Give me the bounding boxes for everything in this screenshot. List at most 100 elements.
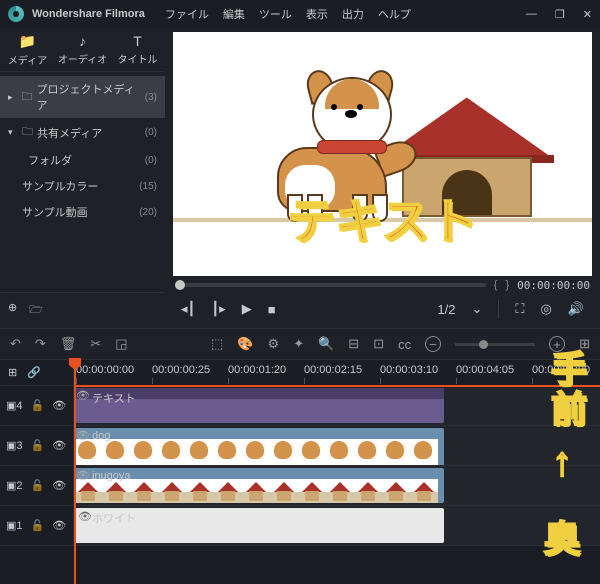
eye-icon[interactable]: 👁 bbox=[52, 439, 66, 452]
eye-icon[interactable]: 👁 bbox=[52, 399, 66, 412]
track-head-4[interactable]: ▣4🔓👁 bbox=[0, 386, 74, 425]
track-3: ▣3🔓👁 👁dog bbox=[0, 426, 600, 466]
text-icon: T bbox=[133, 33, 142, 49]
play-icon[interactable]: ▶ bbox=[242, 301, 252, 317]
timecode: 00:00:00:00 bbox=[517, 279, 590, 292]
volume-icon[interactable]: 🔊 bbox=[568, 301, 584, 317]
preview-quality[interactable]: 1/2 bbox=[437, 302, 455, 317]
zoom-slider[interactable] bbox=[455, 343, 535, 346]
crop-icon[interactable]: ◲ bbox=[115, 336, 127, 352]
render-line bbox=[74, 385, 600, 387]
menu-edit[interactable]: 編集 bbox=[223, 6, 245, 22]
menu-tools[interactable]: ツール bbox=[259, 6, 292, 22]
eye-icon: 👁 bbox=[76, 429, 90, 442]
preview-text-overlay: テキスト bbox=[287, 182, 478, 252]
sidebar-tabs: 📁メディア ♪オーディオ Tタイトル bbox=[0, 28, 165, 72]
track-head-3[interactable]: ▣3🔓👁 bbox=[0, 426, 74, 465]
tree-sample-video[interactable]: サンプル動画(20) bbox=[0, 199, 165, 225]
preview-viewport[interactable]: テキスト bbox=[173, 32, 592, 276]
clip-text[interactable]: 👁テキスト bbox=[74, 388, 444, 423]
zoom-out-icon[interactable]: − bbox=[425, 336, 441, 352]
tree-shared-media[interactable]: ▾🗀共有メディア(0) bbox=[0, 118, 165, 147]
eye-icon: 👁 bbox=[76, 389, 90, 402]
app-logo-icon bbox=[8, 6, 24, 22]
track-1: ▣1🔓👁 👁 ホワイト bbox=[0, 506, 600, 546]
maximize-icon[interactable]: ❐ bbox=[555, 8, 565, 21]
prev-frame-icon[interactable]: ◂┃ bbox=[181, 301, 195, 317]
title-bar: Wondershare Filmora ファイル 編集 ツール 表示 出力 ヘル… bbox=[0, 0, 600, 28]
split-icon[interactable]: ✂ bbox=[90, 336, 101, 352]
annotation-back: 奥 bbox=[544, 510, 580, 562]
minimize-icon[interactable]: — bbox=[526, 8, 537, 21]
clip-dog[interactable]: 👁dog bbox=[74, 428, 444, 465]
clip-doghouse[interactable]: 👁inugoya bbox=[74, 468, 444, 503]
clip-white[interactable]: 👁 ホワイト bbox=[74, 508, 444, 543]
timeline-header-left: ⊞ 🔗 bbox=[0, 360, 74, 385]
annotation-front: 手前 bbox=[540, 350, 592, 430]
audio-icon: ♪ bbox=[79, 33, 86, 49]
fullscreen-icon[interactable]: ⛶ bbox=[515, 301, 524, 317]
lock-icon[interactable]: 🔓 bbox=[31, 399, 45, 412]
track-2: ▣2🔓👁 👁inugoya bbox=[0, 466, 600, 506]
timeline-ruler[interactable]: 00:00:00:00 00:00:00:25 00:00:01:20 00:0… bbox=[74, 360, 600, 385]
eye-icon[interactable]: 👁 bbox=[52, 519, 66, 532]
link-icon[interactable]: 🔗 bbox=[27, 366, 41, 379]
scrub-bar: { } 00:00:00:00 bbox=[173, 276, 592, 294]
tool-f-icon[interactable]: ⊟ bbox=[348, 336, 359, 352]
menu-view[interactable]: 表示 bbox=[306, 6, 328, 22]
track-head-2[interactable]: ▣2🔓👁 bbox=[0, 466, 74, 505]
timeline: ⊞ 🔗 00:00:00:00 00:00:00:25 00:00:01:20 … bbox=[0, 360, 600, 584]
sidebar-footer: ⊕ 🗁 bbox=[0, 292, 165, 328]
search-icon[interactable]: 🔍 bbox=[318, 336, 334, 352]
eye-icon: 👁 bbox=[76, 469, 90, 482]
tree-project-media[interactable]: ▸🗀プロジェクトメディア(3) bbox=[0, 76, 165, 118]
track-head-1[interactable]: ▣1🔓👁 bbox=[0, 506, 74, 545]
redo-icon[interactable]: ↷ bbox=[35, 336, 46, 352]
tab-media[interactable]: 📁メディア bbox=[0, 28, 55, 71]
tab-title[interactable]: Tタイトル bbox=[110, 28, 165, 71]
scrub-thumb[interactable] bbox=[175, 280, 185, 290]
lock-icon[interactable]: 🔓 bbox=[31, 479, 45, 492]
folder-icon: 🗀 bbox=[22, 88, 33, 107]
preview-panel: テキスト { } 00:00:00:00 ◂┃ ┃▸ ▶ ■ 1/2 ⌄ ⛶ ◎… bbox=[165, 28, 600, 328]
tool-g-icon[interactable]: ⊡ bbox=[373, 336, 384, 352]
effects-icon[interactable]: ✦ bbox=[293, 336, 304, 352]
chevron-down-icon[interactable]: ⌄ bbox=[471, 301, 482, 317]
mark-in-icon[interactable]: { bbox=[494, 279, 498, 291]
close-icon[interactable]: ✕ bbox=[583, 8, 592, 21]
tree-sample-color[interactable]: サンプルカラー(15) bbox=[0, 173, 165, 199]
undo-icon[interactable]: ↶ bbox=[10, 336, 21, 352]
tool-a-icon[interactable]: ⬚ bbox=[211, 336, 223, 352]
menu-output[interactable]: 出力 bbox=[342, 6, 364, 22]
transport-bar: ◂┃ ┃▸ ▶ ■ 1/2 ⌄ ⛶ ◎ 🔊 bbox=[173, 294, 592, 324]
tab-audio[interactable]: ♪オーディオ bbox=[55, 28, 110, 71]
mark-out-icon[interactable]: } bbox=[505, 279, 509, 291]
lock-icon[interactable]: 🔓 bbox=[31, 439, 45, 452]
eye-icon[interactable]: 👁 bbox=[52, 479, 66, 492]
menu-file[interactable]: ファイル bbox=[165, 6, 209, 22]
color-icon[interactable]: 🎨 bbox=[237, 336, 253, 352]
add-folder-icon[interactable]: ⊕ bbox=[8, 301, 17, 320]
annotation-arrow-icon: ↑ bbox=[552, 440, 572, 485]
playhead[interactable] bbox=[74, 360, 76, 584]
snapshot-icon[interactable]: ◎ bbox=[540, 301, 551, 317]
folder-icon: 🗀 bbox=[22, 123, 33, 142]
open-folder-icon[interactable]: 🗁 bbox=[29, 301, 43, 320]
folder-icon: 📁 bbox=[19, 33, 36, 50]
next-frame-icon[interactable]: ┃▸ bbox=[211, 301, 225, 317]
timeline-toolbar: ↶ ↷ 🗑 ✂ ◲ ⬚ 🎨 ⚙ ✦ 🔍 ⊟ ⊡ cc − + ⊞ bbox=[0, 328, 600, 360]
media-tree: ▸🗀プロジェクトメディア(3) ▾🗀共有メディア(0) フォルダ(0) サンプル… bbox=[0, 72, 165, 229]
scrub-track[interactable] bbox=[175, 283, 486, 287]
lock-icon[interactable]: 🔓 bbox=[31, 519, 45, 532]
menu-help[interactable]: ヘルプ bbox=[378, 6, 411, 22]
tree-folder[interactable]: フォルダ(0) bbox=[0, 147, 165, 173]
track-manage-icon[interactable]: ⊞ bbox=[8, 366, 17, 379]
sidebar: 📁メディア ♪オーディオ Tタイトル ▸🗀プロジェクトメディア(3) ▾🗀共有メ… bbox=[0, 28, 165, 328]
settings-icon[interactable]: ⚙ bbox=[268, 336, 280, 352]
app-title: Wondershare Filmora bbox=[32, 8, 145, 20]
delete-icon[interactable]: 🗑 bbox=[60, 336, 77, 352]
track-4: ▣4🔓👁 👁テキスト bbox=[0, 386, 600, 426]
caption-icon[interactable]: cc bbox=[398, 337, 411, 352]
stop-icon[interactable]: ■ bbox=[268, 302, 276, 317]
menu-bar: ファイル 編集 ツール 表示 出力 ヘルプ bbox=[165, 6, 411, 22]
